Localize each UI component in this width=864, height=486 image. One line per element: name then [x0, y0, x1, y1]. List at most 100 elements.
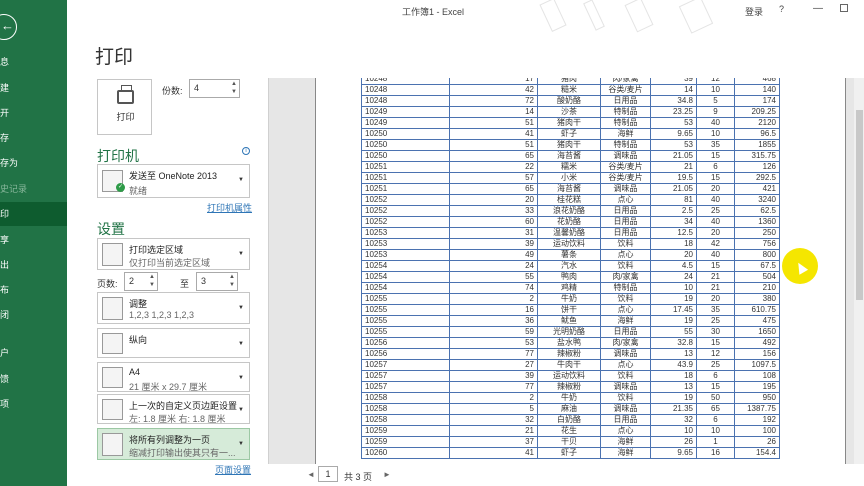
printer-dropdown[interactable]: ✓ 发送至 OneNote 2013 就绪 ▼	[97, 164, 250, 198]
info-icon[interactable]: i	[242, 147, 250, 155]
table-cell: 牛奶	[537, 293, 601, 305]
nav-item[interactable]: 另存为	[0, 151, 67, 175]
table-cell: 40	[696, 194, 735, 206]
page-setup-link[interactable]: 页面设置	[215, 463, 251, 476]
setting-dropdown[interactable]: 打印选定区域 仅打印当前选定区域 ▼	[97, 238, 250, 270]
table-cell: 4.5	[650, 260, 697, 272]
table-cell: 108	[734, 370, 780, 382]
pages-to-input[interactable]: 3 ▲ ▼	[196, 272, 238, 291]
table-row: 10256 77 辣椒粉 调味品 13 12 156	[361, 348, 780, 360]
chevron-down-icon: ▼	[238, 305, 244, 311]
table-cell: 辣椒粉	[537, 381, 601, 393]
printer-name: 发送至 OneNote 2013	[129, 171, 218, 181]
table-cell: 16	[696, 447, 735, 459]
nav-item[interactable]: 保存	[0, 126, 67, 150]
next-page-button[interactable]: ►	[383, 470, 391, 479]
nav-item[interactable]: 关闭	[0, 303, 67, 327]
spin-down-icon[interactable]: ▼	[229, 282, 235, 288]
copies-input[interactable]: 4 ▲ ▼	[189, 79, 240, 98]
table-cell: 猪肉干	[537, 139, 601, 151]
current-page-input[interactable]: 1	[318, 466, 338, 482]
table-cell: 20	[449, 194, 538, 206]
table-cell: 谷类/麦片	[600, 161, 651, 173]
nav-item[interactable]: 反馈	[0, 367, 67, 391]
table-cell: 10254	[361, 271, 450, 283]
setting-primary-text: 将所有列调整为一页	[129, 435, 211, 445]
printer-properties-link[interactable]: 打印机属性	[207, 201, 252, 214]
table-cell: 10	[696, 84, 735, 96]
decorative-doodle	[539, 0, 567, 32]
table-row: 10249 51 猪肉干 特制品 53 40 2120	[361, 117, 780, 129]
nav-item[interactable]: 打开	[0, 101, 67, 125]
table-cell: 10259	[361, 425, 450, 437]
table-cell: 10250	[361, 128, 450, 140]
table-cell: 10257	[361, 359, 450, 371]
table-cell: 日用品	[600, 95, 651, 107]
portrait-icon	[102, 333, 123, 354]
setting-dropdown[interactable]: 调整 1,2,3 1,2,3 1,2,3 ▼	[97, 292, 250, 324]
nav-item[interactable]: 新建	[0, 76, 67, 100]
table-cell: 15	[696, 381, 735, 393]
table-cell: 49	[449, 249, 538, 261]
nav-item[interactable]: 导出	[0, 253, 67, 277]
decorative-doodle	[624, 0, 654, 33]
table-cell: 77	[449, 381, 538, 393]
table-cell: 1360	[734, 216, 780, 228]
table-cell: 35	[696, 304, 735, 316]
spin-up-icon[interactable]: ▲	[149, 274, 155, 280]
table-row: 10251 65 海苔酱 调味品 21.05 20 421	[361, 183, 780, 195]
scrollbar-thumb[interactable]	[856, 110, 863, 300]
minimize-button[interactable]: —	[813, 3, 823, 14]
table-cell: 猪肉干	[537, 117, 601, 129]
nav-item[interactable]: 打印	[0, 202, 67, 226]
table-cell: 1855	[734, 139, 780, 151]
setting-dropdown[interactable]: 将所有列调整为一页 缩减打印输出使其只有一... ▼	[97, 428, 250, 460]
table-cell: 15	[696, 150, 735, 162]
preview-page: 10248 17 猪肉 肉/家禽 39 12 468 10248 42 糙米 谷类/麦片 14 10 14…	[315, 78, 846, 464]
spin-down-icon[interactable]: ▼	[231, 89, 237, 95]
table-cell: 点心	[600, 194, 651, 206]
table-cell: 192	[734, 414, 780, 426]
spin-down-icon[interactable]: ▼	[149, 282, 155, 288]
setting-dropdown[interactable]: 纵向 ▼	[97, 328, 250, 358]
chevron-down-icon: ▼	[238, 251, 244, 257]
table-cell: 12	[696, 348, 735, 360]
table-cell: 饮料	[600, 293, 651, 305]
table-cell: 65	[449, 150, 538, 162]
spin-up-icon[interactable]: ▲	[229, 274, 235, 280]
table-cell: 点心	[600, 304, 651, 316]
nav-item[interactable]: 账户	[0, 341, 67, 365]
nav-item[interactable]: 选项	[0, 392, 67, 416]
help-button[interactable]: ?	[779, 4, 784, 14]
setting-dropdown[interactable]: 上一次的自定义页边距设置 左: 1.8 厘米 右: 1.8 厘米 ▼	[97, 394, 250, 424]
back-button[interactable]: ←	[0, 14, 17, 40]
table-cell: 10	[650, 425, 697, 437]
table-cell: 34	[650, 216, 697, 228]
table-cell: 12.5	[650, 227, 697, 239]
nav-item[interactable]: 发布	[0, 278, 67, 302]
table-cell: 36	[449, 315, 538, 327]
table-row: 10248 42 糙米 谷类/麦片 14 10 140	[361, 84, 780, 96]
print-button[interactable]: 打印	[97, 79, 152, 135]
table-cell: 10251	[361, 183, 450, 195]
table-cell: 2	[449, 392, 538, 404]
setting-dropdown[interactable]: A4 21 厘米 x 29.7 厘米 ▼	[97, 362, 250, 392]
table-row: 10253 49 薯条 点心 20 40 800	[361, 249, 780, 261]
collate-icon	[102, 297, 123, 320]
sign-in-link[interactable]: 登录	[745, 5, 763, 18]
table-cell: 调味品	[600, 183, 651, 195]
table-cell: 虾子	[537, 128, 601, 140]
table-cell: 薯条	[537, 249, 601, 261]
nav-item[interactable]: 信息	[0, 50, 67, 74]
nav-item: 历史记录	[0, 184, 28, 194]
table-cell: 20	[650, 249, 697, 261]
table-cell: 1387.75	[734, 403, 780, 415]
restore-button[interactable]	[840, 4, 848, 12]
table-cell: 41	[449, 128, 538, 140]
nav-item[interactable]: 共享	[0, 228, 67, 252]
spin-up-icon[interactable]: ▲	[231, 81, 237, 87]
previous-page-button[interactable]: ◄	[307, 470, 315, 479]
table-cell: 点心	[600, 249, 651, 261]
table-cell: 16	[449, 304, 538, 316]
pages-from-input[interactable]: 2 ▲ ▼	[124, 272, 158, 291]
